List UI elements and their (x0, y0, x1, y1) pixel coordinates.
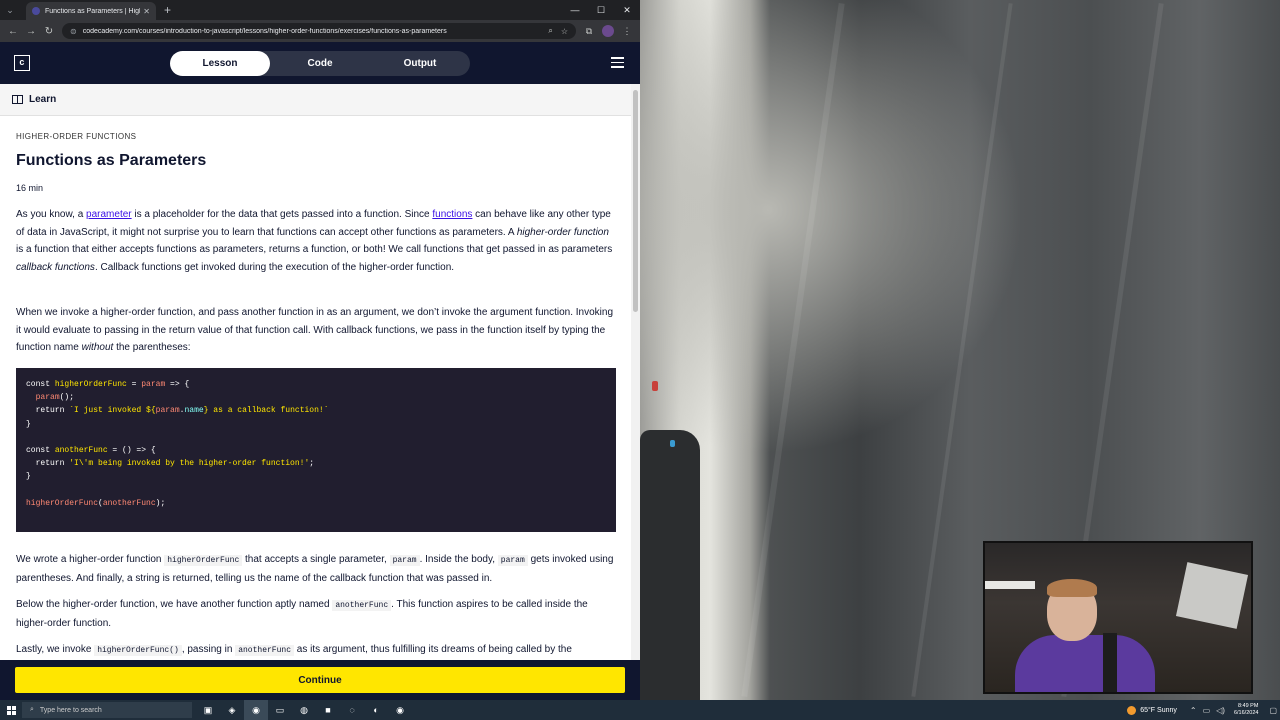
codecademy-header: c Lesson Code Output (0, 42, 640, 84)
scrollbar-thumb[interactable] (633, 90, 638, 312)
paragraph-invoke: When we invoke a higher-order function, … (16, 307, 614, 353)
paragraph-intro: As you know, a parameter is a placeholde… (16, 209, 613, 273)
search-placeholder: Type here to search (39, 706, 102, 714)
hamburger-menu-icon[interactable] (611, 57, 624, 71)
forward-icon[interactable]: → (22, 26, 40, 37)
favicon-icon (32, 7, 40, 15)
code-snippet: const higherOrderFunc = param => { param… (16, 368, 616, 532)
app-icon[interactable]: ■ (316, 700, 340, 720)
zoom-icon[interactable]: ⌕ (548, 26, 552, 36)
tab-search-icon[interactable]: ⌄ (0, 0, 20, 20)
obs-icon[interactable]: ◍ (292, 700, 316, 720)
climber-red (652, 381, 658, 391)
chrome-secondary-icon[interactable]: ◉ (388, 700, 412, 720)
view-switcher: Lesson Code Output (170, 51, 470, 76)
close-tab-icon[interactable]: ✕ (143, 7, 150, 16)
tab-title: Functions as Parameters | Highe (45, 7, 141, 15)
keyboard-background (985, 581, 1035, 589)
held-monitor (1175, 562, 1249, 629)
continue-button[interactable]: Continue (15, 667, 625, 693)
codecademy-logo[interactable]: c (14, 55, 30, 71)
tab-code[interactable]: Code (270, 51, 370, 76)
bookmark-star-icon[interactable]: ☆ (561, 27, 568, 36)
window-controls: — ☐ ✕ (562, 0, 640, 20)
page-title: Functions as Parameters (16, 152, 207, 169)
book-icon (12, 95, 23, 104)
minimize-icon[interactable]: — (562, 0, 588, 20)
vscode-icon[interactable]: ◈ (220, 700, 244, 720)
taskbar-apps: ▣ ◈ ◉ ▭ ◍ ■ ◌ ◐ ◉ (196, 700, 412, 720)
browser-menu-icon[interactable]: ⋮ (618, 26, 636, 37)
weather-widget[interactable]: 65°F Sunny (1127, 705, 1177, 715)
back-icon[interactable]: ← (4, 26, 22, 37)
clock[interactable]: 8:49 PM 6/16/2024 (1234, 703, 1258, 717)
search-icon: ⌕ (30, 706, 34, 713)
tab-lesson[interactable]: Lesson (170, 51, 270, 76)
steam-icon[interactable]: ◌ (340, 700, 364, 720)
browser-window: ⌄ Functions as Parameters | Highe ✕ + — … (0, 0, 640, 700)
microphone (1103, 633, 1117, 692)
functions-link[interactable]: functions (432, 209, 472, 220)
profile-avatar[interactable] (602, 25, 614, 37)
reload-icon[interactable]: ↻ (40, 26, 58, 37)
paragraph-explain: We wrote a higher-order function higherO… (16, 554, 614, 584)
browser-tab[interactable]: Functions as Parameters | Highe ✕ (26, 2, 156, 20)
new-tab-icon[interactable]: + (164, 3, 171, 17)
browser-toolbar: ← → ↻ ⊜ codecademy.com/courses/introduct… (0, 20, 640, 42)
learn-label: Learn (29, 94, 57, 105)
paragraph-another: Below the higher-order function, we have… (16, 599, 588, 629)
site-info-icon[interactable]: ⊜ (70, 27, 77, 36)
discord-icon[interactable]: ◐ (364, 700, 388, 720)
system-tray: 65°F Sunny ⌃ ▭ ◁) 8:49 PM 6/16/2024 ▢ (1127, 700, 1280, 720)
address-bar[interactable]: ⊜ codecademy.com/courses/introduction-to… (62, 23, 576, 39)
tab-strip: ⌄ Functions as Parameters | Highe ✕ + — … (0, 0, 640, 20)
lesson-footer: Continue (0, 660, 640, 700)
webcam-overlay (983, 541, 1253, 694)
parameter-link[interactable]: parameter (86, 209, 132, 220)
taskbar-search[interactable]: ⌕ Type here to search (22, 702, 192, 718)
volume-icon[interactable]: ◁) (1216, 706, 1225, 715)
learn-bar: Learn (0, 84, 640, 116)
url-text: codecademy.com/courses/introduction-to-j… (82, 27, 447, 35)
rock-crack (741, 2, 845, 698)
lesson-content: HIGHER-ORDER FUNCTIONS Functions as Para… (0, 116, 631, 660)
tray-chevron-icon[interactable]: ⌃ (1190, 706, 1197, 715)
weather-text: 65°F Sunny (1140, 706, 1177, 714)
streamer-shirt (1015, 635, 1155, 692)
close-window-icon[interactable]: ✕ (614, 0, 640, 20)
start-button[interactable] (0, 705, 22, 715)
lesson-duration: 16 min (16, 183, 44, 193)
windows-taskbar: ⌕ Type here to search ▣ ◈ ◉ ▭ ◍ ■ ◌ ◐ ◉ … (0, 700, 1280, 720)
climber-blue (670, 440, 675, 447)
rock-shadow (640, 430, 700, 700)
task-view-icon[interactable]: ▣ (196, 700, 220, 720)
streamer-hair (1047, 579, 1097, 597)
maximize-icon[interactable]: ☐ (588, 0, 614, 20)
tab-output[interactable]: Output (370, 51, 470, 76)
lesson-category: HIGHER-ORDER FUNCTIONS (16, 132, 137, 141)
network-icon[interactable]: ▭ (1203, 706, 1211, 715)
file-explorer-icon[interactable]: ▭ (268, 700, 292, 720)
sun-icon (1127, 705, 1137, 715)
paragraph-lastly: Lastly, we invoke higherOrderFunc(), pas… (16, 644, 572, 656)
notification-icon[interactable]: ▢ (1269, 706, 1277, 715)
chrome-icon[interactable]: ◉ (244, 700, 268, 720)
extensions-icon[interactable]: ⧉ (580, 26, 598, 37)
